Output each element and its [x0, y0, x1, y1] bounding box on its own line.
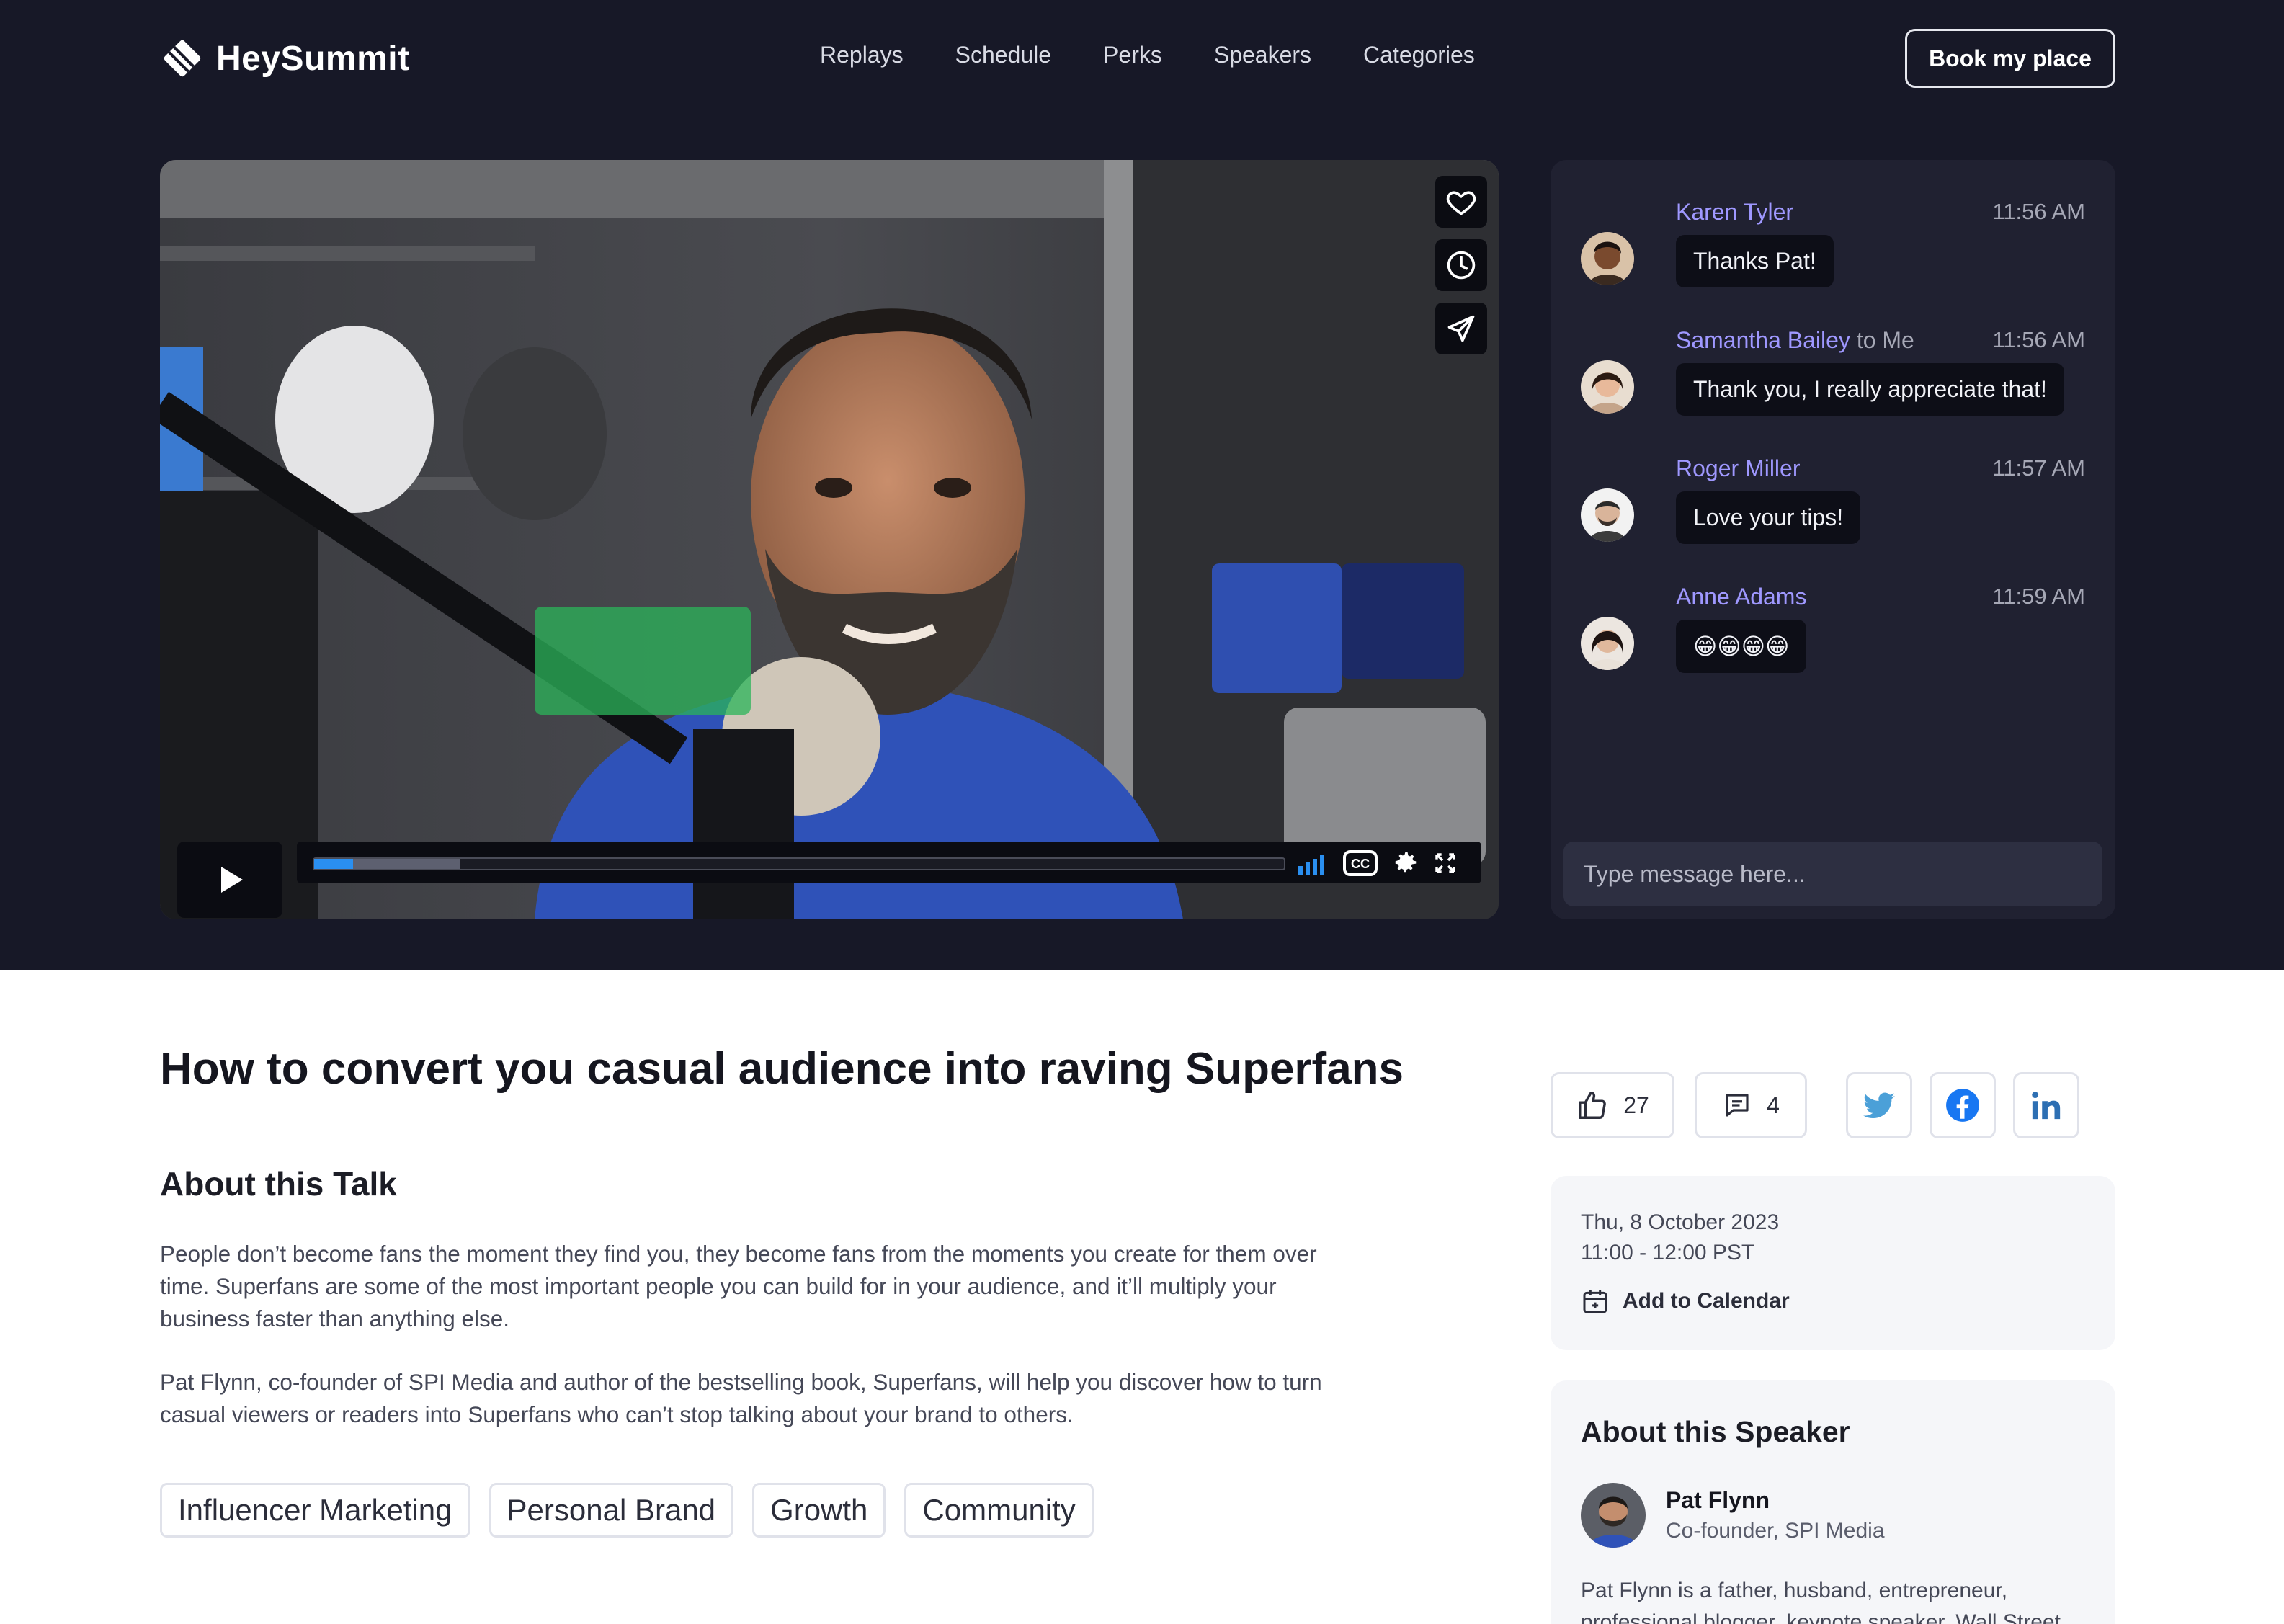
thumbs-up-icon: [1579, 1092, 1607, 1119]
book-my-place-button[interactable]: Book my place: [1905, 29, 2115, 88]
tag-list: Influencer Marketing Personal Brand Grow…: [160, 1483, 1094, 1538]
speaker-name[interactable]: Pat Flynn: [1666, 1487, 1770, 1514]
play-button[interactable]: [177, 842, 282, 918]
tag-growth[interactable]: Growth: [752, 1483, 886, 1538]
share-facebook-button[interactable]: [1930, 1072, 1996, 1138]
about-speaker-heading: About this Speaker: [1581, 1415, 1850, 1448]
speaker-card: About this Speaker Pat Flynn Co-founder,…: [1551, 1380, 2115, 1624]
twitter-icon: [1863, 1092, 1895, 1119]
avatar: [1581, 232, 1634, 285]
avatar: [1581, 488, 1634, 542]
chat-time: 11:59 AM: [1992, 584, 2085, 609]
event-date: Thu, 8 October 2023: [1581, 1210, 1780, 1234]
video-player[interactable]: CC: [160, 160, 1499, 919]
like-button[interactable]: 27: [1551, 1072, 1674, 1138]
play-icon: [221, 867, 243, 893]
chat-bubble: Thank you, I really appreciate that!: [1676, 363, 2064, 416]
nav-perks[interactable]: Perks: [1103, 42, 1162, 68]
chat-author[interactable]: Roger Miller: [1676, 455, 1800, 482]
chat-author[interactable]: Karen Tyler: [1676, 199, 1793, 226]
comment-count: 4: [1767, 1092, 1780, 1118]
avatar[interactable]: [1581, 1483, 1646, 1548]
talk-description: Pat Flynn, co-founder of SPI Media and a…: [160, 1369, 1322, 1427]
chat-time: 11:57 AM: [1992, 455, 2085, 481]
progress-played: [314, 859, 353, 869]
logo-icon: [164, 40, 201, 77]
watch-later-button[interactable]: [1435, 239, 1487, 291]
chat-bubble: Thanks Pat!: [1676, 235, 1834, 287]
chat-time: 11:56 AM: [1992, 199, 2085, 224]
calendar-plus-icon: [1583, 1290, 1607, 1313]
chat-time: 11:56 AM: [1992, 327, 2085, 352]
chat-bubble: 😁😁😁😁: [1676, 620, 1807, 673]
logo[interactable]: HeySummit: [159, 33, 410, 84]
like-count: 27: [1623, 1092, 1649, 1118]
send-icon: [1447, 315, 1475, 342]
cc-icon[interactable]: CC: [1343, 850, 1378, 876]
share-twitter-button[interactable]: [1846, 1072, 1912, 1138]
video-controls: CC: [177, 842, 1481, 918]
tag-influencer-marketing[interactable]: Influencer Marketing: [160, 1483, 470, 1538]
signal-bars-icon[interactable]: [1298, 853, 1330, 875]
about-talk-heading: About this Talk: [160, 1165, 397, 1203]
page-title: How to convert you casual audience into …: [160, 1044, 1404, 1094]
nav-speakers[interactable]: Speakers: [1214, 42, 1311, 68]
chat-author[interactable]: Samantha Bailey to Me: [1676, 327, 1914, 354]
nav-categories[interactable]: Categories: [1363, 42, 1475, 68]
talk-description: People don’t become fans the moment they…: [160, 1241, 1317, 1331]
event-time: 11:00 - 12:00 PST: [1581, 1241, 1755, 1264]
schedule-card: Thu, 8 October 2023 11:00 - 12:00 PST Ad…: [1551, 1176, 2115, 1350]
progress-track[interactable]: [313, 857, 1285, 870]
chat-author[interactable]: Anne Adams: [1676, 584, 1806, 610]
control-bar: CC: [297, 842, 1481, 883]
gear-icon[interactable]: [1392, 849, 1419, 876]
fullscreen-icon[interactable]: [1434, 852, 1457, 875]
facebook-icon: [1946, 1089, 1979, 1122]
favorite-button[interactable]: [1435, 176, 1487, 228]
speaker-bio: Pat Flynn is a father, husband, entrepre…: [1581, 1579, 2061, 1624]
heart-icon: [1446, 191, 1476, 215]
nav-schedule[interactable]: Schedule: [955, 42, 1051, 68]
share-linkedin-button[interactable]: [2013, 1072, 2079, 1138]
chat-panel: Karen Tyler 11:56 AM Thanks Pat! Samanth…: [1551, 160, 2115, 919]
svg-text:CC: CC: [1351, 857, 1370, 871]
video-frame: [160, 160, 1499, 919]
chat-message-input[interactable]: [1563, 842, 2102, 906]
linkedin-icon: [2032, 1092, 2061, 1120]
avatar: [1581, 360, 1634, 414]
comments-button[interactable]: 4: [1695, 1072, 1807, 1138]
logo-text: HeySummit: [216, 39, 410, 78]
comment-icon: [1726, 1094, 1749, 1117]
main-nav: Replays Schedule Perks Speakers Categori…: [820, 42, 1527, 68]
add-to-calendar-button[interactable]: Add to Calendar: [1581, 1287, 1790, 1316]
speaker-role: Co-founder, SPI Media: [1666, 1519, 1885, 1543]
clock-icon: [1447, 251, 1476, 280]
chat-bubble: Love your tips!: [1676, 491, 1861, 544]
tag-personal-brand[interactable]: Personal Brand: [489, 1483, 734, 1538]
nav-replays[interactable]: Replays: [820, 42, 904, 68]
share-video-button[interactable]: [1435, 303, 1487, 354]
tag-community[interactable]: Community: [904, 1483, 1094, 1538]
avatar: [1581, 617, 1634, 670]
add-to-calendar-label: Add to Calendar: [1623, 1289, 1790, 1313]
